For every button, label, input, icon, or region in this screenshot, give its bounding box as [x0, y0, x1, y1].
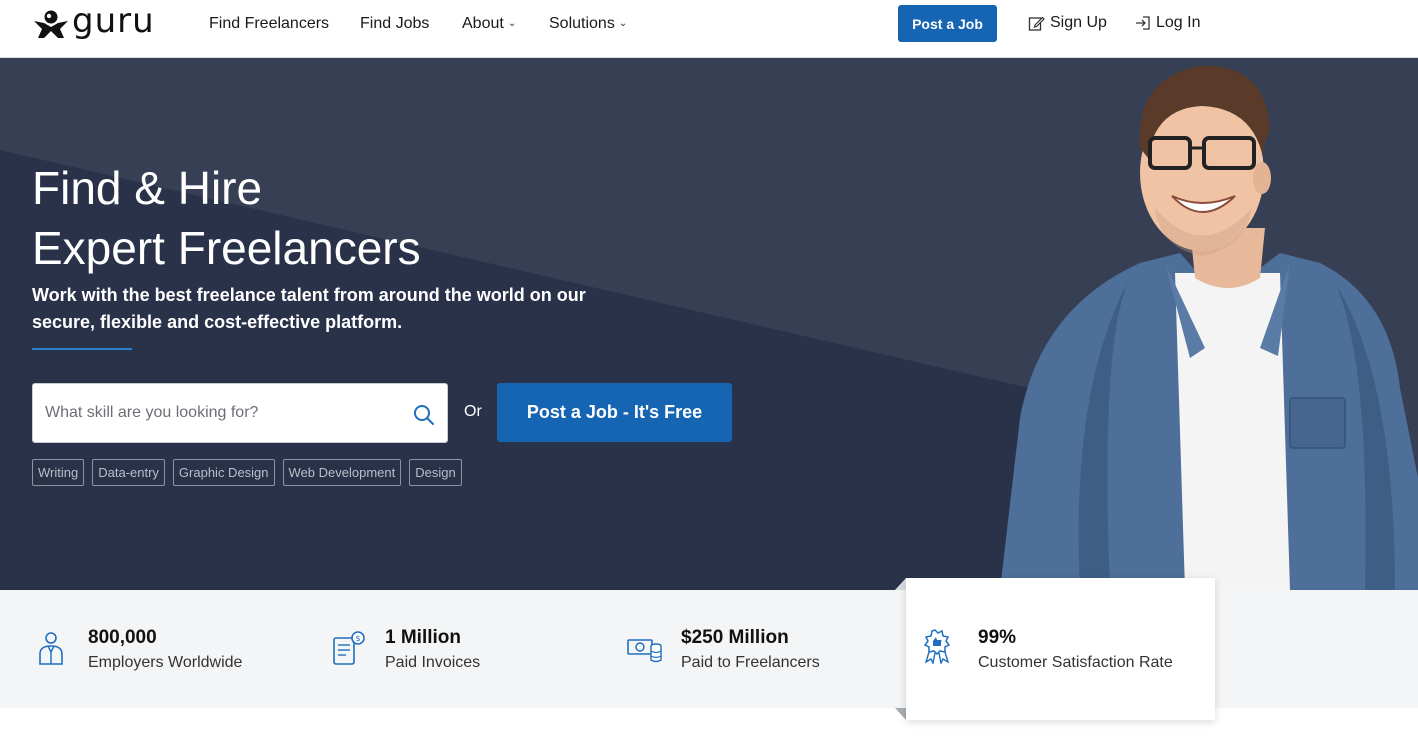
- stat-value: 1 Million: [385, 627, 461, 648]
- skill-tags: Writing Data-entry Graphic Design Web De…: [32, 459, 462, 486]
- skill-tag-graphic-design[interactable]: Graphic Design: [172, 459, 275, 486]
- log-in-label: Log In: [1156, 14, 1201, 31]
- stat-label: Paid Invoices: [385, 654, 481, 671]
- skill-search-box: [32, 383, 448, 443]
- nav-about-label: About: [462, 15, 504, 32]
- skill-tag-writing[interactable]: Writing: [32, 459, 85, 486]
- money-coins-icon: [627, 639, 662, 663]
- nav-about[interactable]: About ⌄: [462, 14, 516, 34]
- stat-value: 800,000: [88, 627, 157, 648]
- hero-divider: [32, 348, 132, 350]
- skill-tag-design[interactable]: Design: [409, 459, 462, 486]
- skill-tag-web-development[interactable]: Web Development: [282, 459, 402, 486]
- chevron-down-icon: ⌄: [618, 18, 628, 29]
- hero-title: Find & Hire Expert Freelancers: [32, 158, 421, 278]
- search-icon[interactable]: [413, 404, 435, 426]
- smiling-freelancer-photo: [1000, 65, 1418, 590]
- stat-label: Customer Satisfaction Rate: [978, 654, 1173, 671]
- card-fold-top: [895, 578, 906, 590]
- or-separator: Or: [464, 403, 482, 420]
- nav-solutions[interactable]: Solutions ⌄: [549, 14, 627, 34]
- hero-section: Find & Hire Expert Freelancers Work with…: [0, 58, 1418, 590]
- guru-logo[interactable]: guru: [32, 1, 155, 41]
- sign-up-link[interactable]: Sign Up: [1028, 13, 1107, 33]
- hero-title-line-2: Expert Freelancers: [32, 222, 421, 274]
- hero-subtitle: Work with the best freelance talent from…: [32, 285, 586, 332]
- invoice-icon: $: [333, 631, 365, 665]
- nav-find-jobs[interactable]: Find Jobs: [360, 14, 429, 34]
- stat-label: Paid to Freelancers: [681, 654, 820, 671]
- login-arrow-icon: [1136, 16, 1150, 30]
- post-job-free-button[interactable]: Post a Job - It's Free: [497, 383, 732, 442]
- skill-search-input[interactable]: [45, 384, 405, 442]
- stat-value: 99%: [978, 627, 1017, 648]
- chevron-down-icon: ⌄: [507, 18, 517, 29]
- nav-find-freelancers[interactable]: Find Freelancers: [209, 14, 329, 34]
- edit-icon: [1028, 16, 1045, 31]
- guru-person-logo-icon: [34, 10, 68, 38]
- log-in-link[interactable]: Log In: [1135, 13, 1200, 33]
- site-header: guru Find Freelancers Find Jobs About ⌄ …: [0, 0, 1418, 58]
- stat-label: Employers Worldwide: [88, 654, 243, 671]
- post-job-button[interactable]: Post a Job: [898, 5, 997, 42]
- svg-text:$: $: [355, 634, 360, 643]
- stat-satisfaction-card: 99% Customer Satisfaction Rate: [906, 578, 1215, 720]
- stat-value: $250 Million: [681, 627, 789, 648]
- nav-solutions-label: Solutions: [549, 15, 615, 32]
- sign-up-label: Sign Up: [1050, 14, 1107, 31]
- card-fold-bottom: [895, 708, 906, 720]
- nav-find-freelancers-label: Find Freelancers: [209, 15, 330, 32]
- hero-title-line-1: Find & Hire: [32, 162, 263, 214]
- skill-tag-data-entry[interactable]: Data-entry: [92, 459, 165, 486]
- nav-find-jobs-label: Find Jobs: [360, 15, 430, 32]
- employer-person-icon: [39, 632, 63, 665]
- logo-wordmark: guru: [72, 1, 155, 41]
- satisfaction-badge-icon: [923, 629, 951, 664]
